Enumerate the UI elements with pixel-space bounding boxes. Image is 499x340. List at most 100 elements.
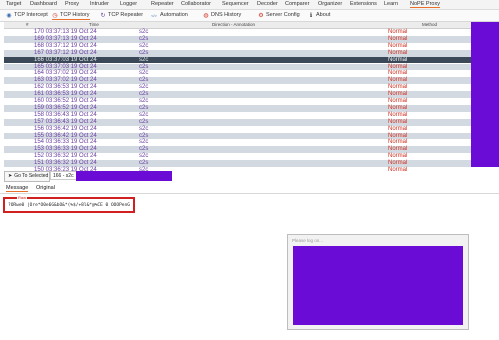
go-to-selected-button[interactable]: ➤ Go To Selected <box>4 171 50 182</box>
row-number-time: 167 03:37:12 19 Oct 24 <box>34 49 97 56</box>
row-method: Normal <box>388 35 408 42</box>
arrow-icon: ➤ <box>8 173 13 179</box>
menu-item-extensions[interactable]: Extensions <box>350 1 377 7</box>
login-popup: Please log on... <box>287 234 469 330</box>
table-row[interactable]: 154 03:36:33 19 Oct 24 s2c Normal <box>4 139 471 147</box>
row-direction: s2c <box>139 42 149 49</box>
menu-item-target[interactable]: Target <box>6 1 21 7</box>
subtab-label: About <box>316 12 331 18</box>
menu-item-dashboard[interactable]: Dashboard <box>30 1 57 7</box>
tab-message[interactable]: Message <box>6 185 29 192</box>
row-number-time: 157 03:36:43 19 Oct 24 <box>34 118 97 125</box>
table-row[interactable]: 167 03:37:12 19 Oct 24 c2s Normal <box>4 49 471 57</box>
row-number-time: 166 03:37:03 19 Oct 24 <box>34 56 97 63</box>
row-direction: c2s <box>139 118 149 125</box>
subtab-label: Automation <box>160 12 188 18</box>
repeater-icon: ↻ <box>100 13 106 19</box>
main-menu-bar: Target Dashboard Proxy Intruder Logger Repeat… <box>0 0 499 10</box>
tab-server-config[interactable]: ⚙ Server Config <box>258 12 300 19</box>
menu-item-nope-proxy[interactable]: NoPE Proxy <box>410 1 440 8</box>
column-header-method[interactable]: Method <box>422 22 437 27</box>
row-method: Normal <box>388 118 408 125</box>
row-method: Normal <box>388 125 408 132</box>
row-number-time: 163 03:37:02 19 Oct 24 <box>34 77 97 84</box>
table-row[interactable]: 159 03:36:52 19 Oct 24 c2s Normal <box>4 104 471 112</box>
table-row[interactable]: 168 03:37:12 19 Oct 24 s2c Normal <box>4 42 471 50</box>
menu-item-decoder[interactable]: Decoder <box>257 1 278 7</box>
row-direction: s2c <box>139 84 149 91</box>
row-method: Normal <box>388 70 408 77</box>
row-method: Normal <box>388 63 408 70</box>
history-icon: ◷ <box>52 13 58 19</box>
table-row[interactable]: 151 03:36:32 19 Oct 24 c2s Normal <box>4 160 471 167</box>
row-direction: c2s <box>139 160 149 167</box>
table-row[interactable]: 160 03:36:52 19 Oct 24 s2c Normal <box>4 98 471 105</box>
row-direction: c2s <box>139 104 149 111</box>
column-header-number[interactable]: # <box>26 22 29 27</box>
tab-dns-history[interactable]: ◍ DNS History <box>203 12 241 19</box>
table-row[interactable]: 162 03:36:53 19 Oct 24 s2c Normal <box>4 84 471 92</box>
menu-item-intruder[interactable]: Intruder <box>90 1 109 7</box>
row-number-time: 165 03:37:03 19 Oct 24 <box>34 63 97 70</box>
go-to-selected-label: Go To Selected <box>14 173 49 179</box>
tab-original[interactable]: Original <box>36 185 55 191</box>
table-row[interactable]: 169 03:37:13 19 Oct 24 c2s Normal <box>4 35 471 43</box>
menu-item-repeater[interactable]: Repeater <box>151 1 174 7</box>
table-row[interactable]: 155 03:36:42 19 Oct 24 c2s Normal <box>4 132 471 140</box>
table-row[interactable]: 152 03:36:32 19 Oct 24 s2c Normal <box>4 153 471 161</box>
menu-item-logger[interactable]: Logger <box>120 1 137 7</box>
tab-automation[interactable]: </> Automation <box>150 12 188 19</box>
row-number-time: 154 03:36:33 19 Oct 24 <box>34 139 97 146</box>
redacted-panel <box>471 22 499 167</box>
dns-icon: ◍ <box>203 13 209 19</box>
row-method: Normal <box>388 29 408 35</box>
menu-item-proxy[interactable]: Proxy <box>65 1 79 7</box>
row-direction: c2s <box>139 146 149 153</box>
table-row[interactable]: 166 03:37:03 19 Oct 24 s2c Normal <box>4 56 471 64</box>
row-direction: s2c <box>139 56 149 63</box>
about-icon: ℹ <box>309 13 313 19</box>
tab-tcp-history[interactable]: ◷ TCP History <box>52 12 90 20</box>
table-row[interactable]: 165 03:37:03 19 Oct 24 c2s Normal <box>4 63 471 71</box>
raw-message-box: Raw ?ORwe0 |Ore*O0e6G&bO&*(%$/+8l&*@%CE … <box>3 195 135 213</box>
raw-message-text[interactable]: ?ORwe0 |Ore*O0e6G&bO&*(%$/+8l&*@%CE 0 OO… <box>8 203 130 208</box>
subtab-label: TCP Repeater <box>108 12 144 18</box>
table-row[interactable]: 163 03:37:02 19 Oct 24 c2s Normal <box>4 77 471 85</box>
row-number-time: 161 03:36:53 19 Oct 24 <box>34 91 97 98</box>
row-direction: s2c <box>139 98 149 104</box>
table-row[interactable]: 153 03:36:33 19 Oct 24 c2s Normal <box>4 146 471 154</box>
table-row[interactable]: 164 03:37:02 19 Oct 24 s2c Normal <box>4 70 471 78</box>
row-method: Normal <box>388 49 408 56</box>
menu-item-sequencer[interactable]: Sequencer <box>222 1 249 7</box>
subtab-label: TCP History <box>60 12 90 18</box>
table-row[interactable]: 158 03:36:43 19 Oct 24 s2c Normal <box>4 111 471 119</box>
row-direction: c2s <box>139 35 149 42</box>
row-number-time: 159 03:36:52 19 Oct 24 <box>34 104 97 111</box>
row-number-time: 156 03:36:42 19 Oct 24 <box>34 125 97 132</box>
column-header-time[interactable]: Time <box>89 22 99 27</box>
menu-item-comparer[interactable]: Comparer <box>285 1 309 7</box>
config-icon: ⚙ <box>258 13 264 19</box>
row-number-time: 169 03:37:13 19 Oct 24 <box>34 35 97 42</box>
table-row[interactable]: 157 03:36:43 19 Oct 24 c2s Normal <box>4 118 471 126</box>
row-method: Normal <box>388 77 408 84</box>
row-method: Normal <box>388 111 408 118</box>
row-method: Normal <box>388 84 408 91</box>
tab-tcp-repeater[interactable]: ↻ TCP Repeater <box>100 12 143 19</box>
tab-about[interactable]: ℹ About <box>308 12 331 19</box>
message-tabs: Message Original <box>0 184 499 194</box>
menu-item-organizer[interactable]: Organizer <box>318 1 342 7</box>
row-direction: c2s <box>139 132 149 139</box>
tab-tcp-intercept[interactable]: ◉ TCP Intercept <box>6 12 47 19</box>
table-row[interactable]: 170 03:37:13 19 Oct 24 s2c Normal <box>4 29 471 36</box>
menu-item-learn[interactable]: Learn <box>384 1 398 7</box>
subtab-label: Server Config <box>266 12 300 18</box>
table-row[interactable]: 156 03:36:42 19 Oct 24 s2c Normal <box>4 125 471 133</box>
column-header-direction[interactable]: Direction - Annotation <box>212 22 255 27</box>
menu-item-collaborator[interactable]: Collaborator <box>181 1 211 7</box>
table-row[interactable]: 161 03:36:53 19 Oct 24 c2s Normal <box>4 91 471 98</box>
row-number-time: 155 03:36:42 19 Oct 24 <box>34 132 97 139</box>
tcp-history-table: # Time Direction - Annotation Method 170… <box>4 22 471 174</box>
redacted-popup-content <box>293 246 463 325</box>
row-method: Normal <box>388 56 408 63</box>
